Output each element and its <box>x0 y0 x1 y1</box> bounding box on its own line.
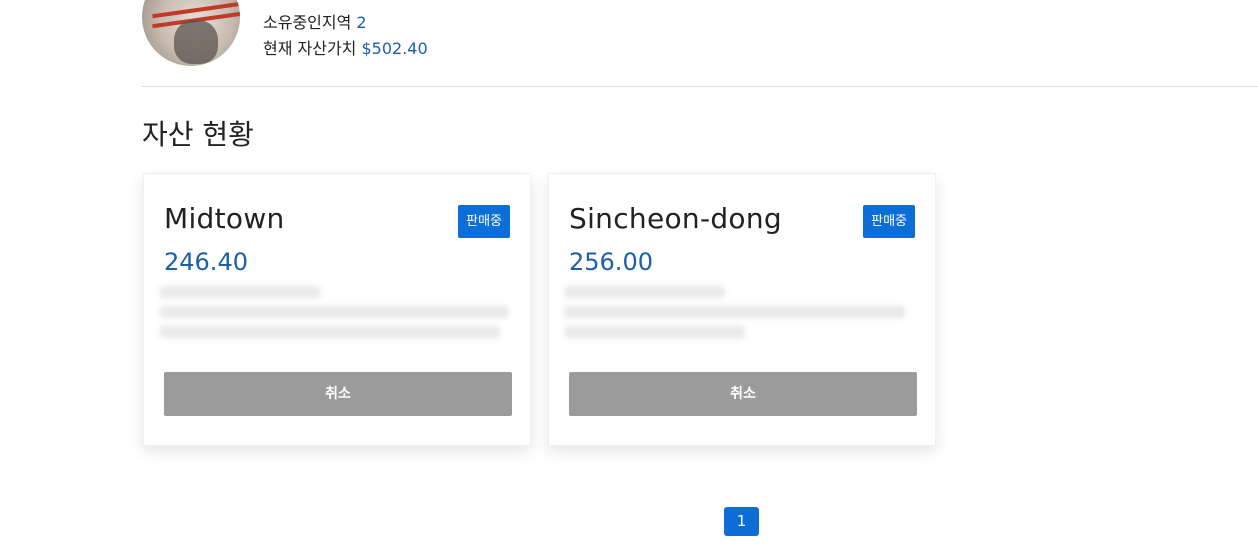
on-sale-badge[interactable]: 판매중 <box>863 205 915 238</box>
cancel-button[interactable]: 취소 <box>569 372 917 416</box>
asset-card: Sincheon-dong 판매중 256.00 취소 <box>548 173 936 446</box>
on-sale-badge[interactable]: 판매중 <box>458 205 510 238</box>
avatar <box>142 0 240 66</box>
owned-regions-value: 2 <box>356 13 367 32</box>
divider <box>142 86 1258 87</box>
blurred-description <box>160 286 512 346</box>
owned-regions-label: 소유중인지역 <box>263 13 352 32</box>
blurred-description <box>565 286 917 346</box>
asset-card: Midtown 판매중 246.40 취소 <box>143 173 531 446</box>
asset-value-value: $502.40 <box>361 39 428 58</box>
profile-stats: 소유중인지역 2 현재 자산가치 $502.40 <box>263 10 428 62</box>
blurred-line <box>565 286 725 298</box>
asset-value-row: 현재 자산가치 $502.40 <box>263 36 428 62</box>
avatar-face <box>174 20 218 64</box>
cancel-button[interactable]: 취소 <box>164 372 512 416</box>
blurred-line <box>160 326 500 338</box>
asset-price: 246.40 <box>164 248 248 276</box>
page: 소유중인지역 2 현재 자산가치 $502.40 자산 현황 Midtown 판… <box>0 0 1258 545</box>
blurred-line <box>160 286 320 298</box>
asset-value-label: 현재 자산가치 <box>263 39 357 58</box>
blurred-line <box>565 326 745 338</box>
pagination-page-button[interactable]: 1 <box>724 507 759 536</box>
blurred-line <box>160 306 508 318</box>
blurred-line <box>565 306 905 318</box>
asset-price: 256.00 <box>569 248 653 276</box>
asset-name: Midtown <box>164 202 285 235</box>
section-title: 자산 현황 <box>142 118 254 151</box>
owned-regions-row: 소유중인지역 2 <box>263 10 428 36</box>
asset-name: Sincheon-dong <box>569 202 782 235</box>
